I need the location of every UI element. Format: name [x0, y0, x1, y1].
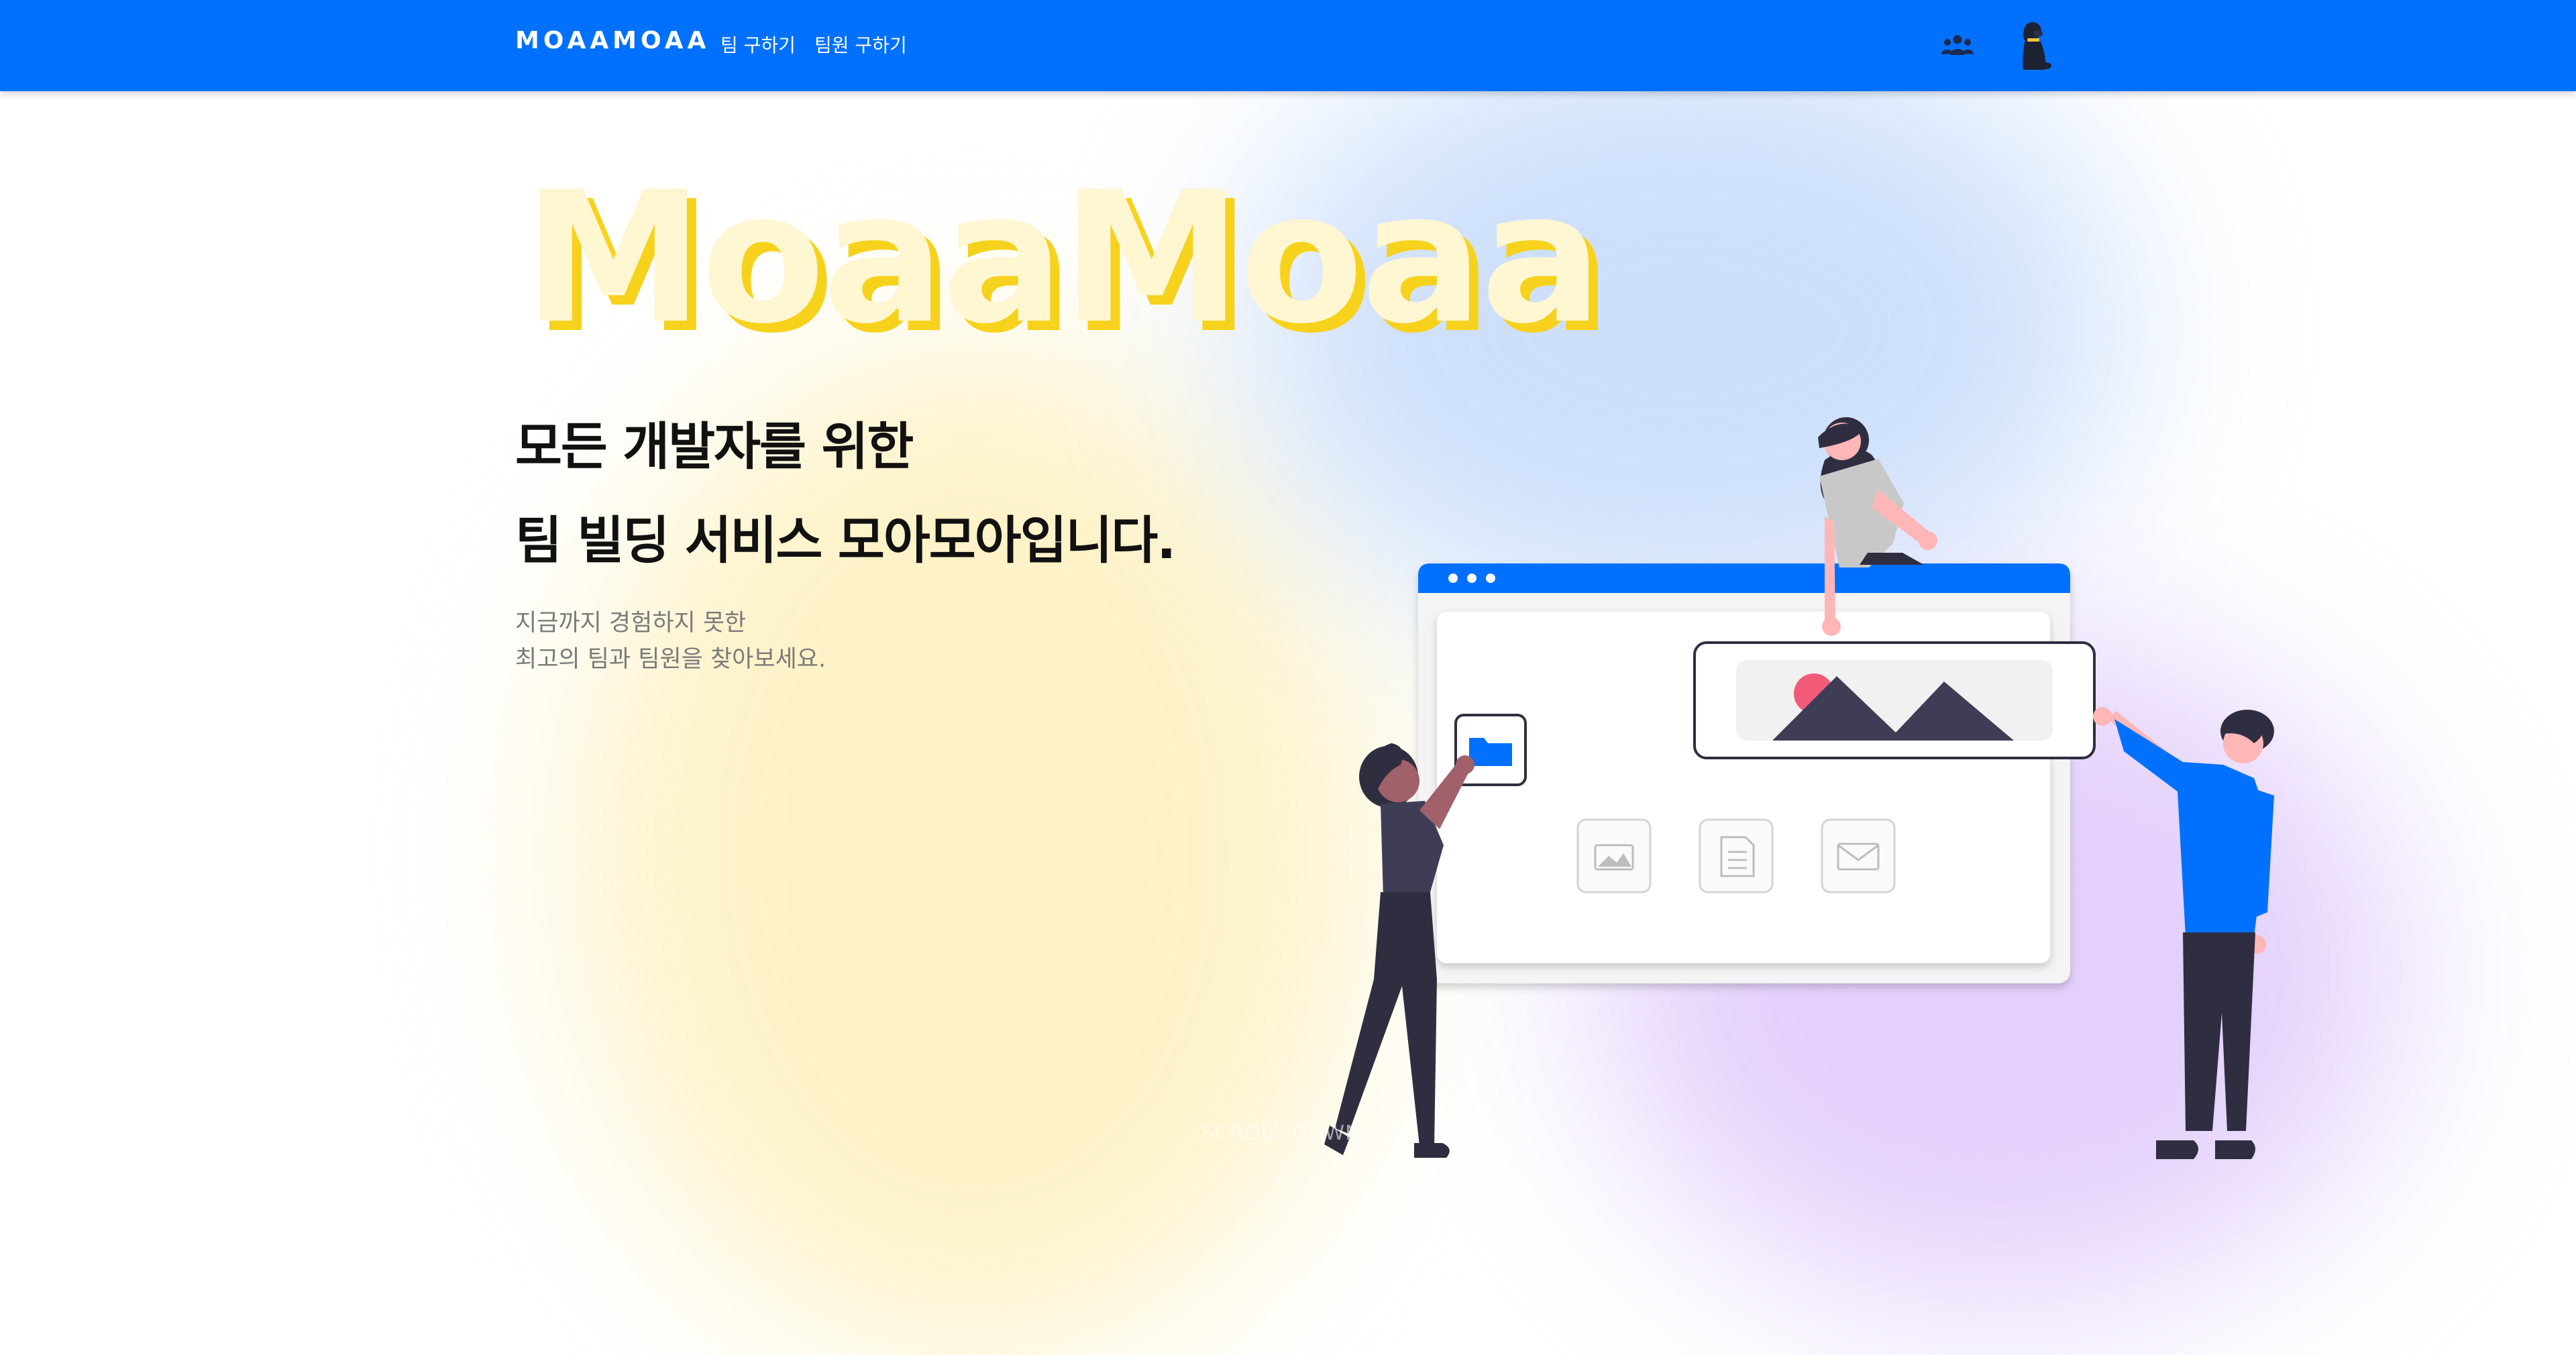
brand-logo[interactable]: MOAAMOAA	[515, 27, 710, 54]
background-blob-yellow	[577, 349, 1368, 1355]
mountain-image-card-icon	[1693, 641, 2096, 759]
group-icon[interactable]	[1941, 34, 1974, 58]
team-building-illustration	[1324, 417, 2274, 1159]
image-card-icon	[1576, 818, 1652, 893]
hero-title: MoaaMoaa	[523, 152, 1603, 364]
nav-link-find-team[interactable]: 팀 구하기	[720, 31, 796, 58]
person-right-illustration	[2093, 707, 2274, 1159]
top-navbar: MOAAMOAA 팀 구하기 팀원 구하기	[0, 0, 2576, 91]
scroll-down-label[interactable]: SCROLL DOWN	[1181, 1122, 1382, 1145]
chevron-down-icon[interactable]: ✓	[1271, 1167, 1291, 1187]
hero-headline-line1: 모든 개발자를 위한	[515, 417, 914, 476]
hero-subtext-line1: 지금까지 경험하지 못한	[515, 610, 747, 637]
hero-headline-line2: 팀 빌딩 서비스 모아모아입니다.	[515, 510, 1176, 570]
document-card-icon	[1699, 818, 1774, 893]
hero-subtext-line2: 최고의 팀과 팀원을 찾아보세요.	[515, 646, 826, 673]
dog-avatar-icon[interactable]	[2015, 19, 2053, 72]
mail-card-icon	[1821, 818, 1896, 893]
nav-link-find-member[interactable]: 팀원 구하기	[814, 31, 907, 58]
